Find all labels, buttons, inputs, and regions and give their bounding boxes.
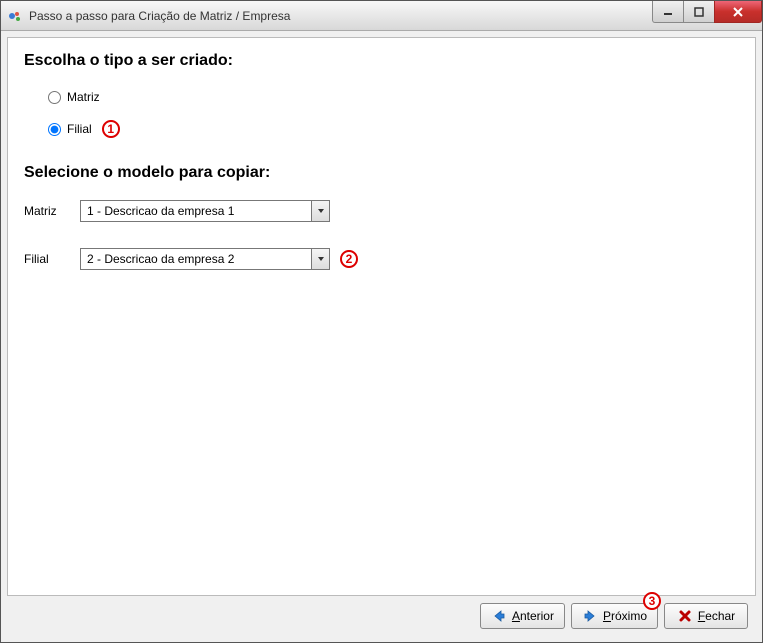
proximo-label: Próximo	[603, 609, 647, 623]
content-outer: Escolha o tipo a ser criado: Matriz Fili…	[1, 31, 762, 642]
proximo-button[interactable]: Próximo 3	[571, 603, 658, 629]
form-row-matriz: Matriz 1 - Descricao da empresa 1	[24, 200, 739, 222]
model-heading: Selecione o modelo para copiar:	[24, 164, 739, 182]
type-heading: Escolha o tipo a ser criado:	[24, 52, 739, 70]
form-row-filial: Filial 2 - Descricao da empresa 2 2	[24, 248, 739, 270]
filial-combo-value: 2 - Descricao da empresa 2	[81, 249, 311, 269]
fechar-button[interactable]: Fechar	[664, 603, 748, 629]
window-title: Passo a passo para Criação de Matriz / E…	[29, 9, 290, 23]
callout-2: 2	[340, 250, 358, 268]
fechar-label: Fechar	[698, 609, 735, 623]
close-icon	[677, 608, 693, 624]
filial-combo[interactable]: 2 - Descricao da empresa 2	[80, 248, 330, 270]
radio-filial[interactable]	[48, 123, 61, 136]
type-radio-group: Matriz Filial 1	[48, 88, 739, 138]
matriz-field-label: Matriz	[24, 204, 80, 218]
maximize-button[interactable]	[683, 1, 715, 23]
matriz-combo[interactable]: 1 - Descricao da empresa 1	[80, 200, 330, 222]
anterior-button[interactable]: Anterior	[480, 603, 565, 629]
radio-matriz[interactable]	[48, 91, 61, 104]
button-bar: Anterior Próximo 3 Fechar	[7, 596, 756, 636]
chevron-down-icon[interactable]	[311, 249, 329, 269]
content-panel: Escolha o tipo a ser criado: Matriz Fili…	[7, 37, 756, 596]
arrow-left-icon	[491, 608, 507, 624]
window-controls	[653, 1, 762, 23]
filial-field-label: Filial	[24, 252, 80, 266]
anterior-label: Anterior	[512, 609, 554, 623]
arrow-right-icon	[582, 608, 598, 624]
close-button[interactable]	[714, 1, 762, 23]
radio-filial-label: Filial	[67, 122, 92, 136]
dialog-window: Passo a passo para Criação de Matriz / E…	[0, 0, 763, 643]
radio-matriz-label: Matriz	[67, 90, 100, 104]
radio-row-filial: Filial 1	[48, 120, 739, 138]
matriz-combo-value: 1 - Descricao da empresa 1	[81, 201, 311, 221]
chevron-down-icon[interactable]	[311, 201, 329, 221]
callout-3: 3	[643, 592, 661, 610]
minimize-button[interactable]	[652, 1, 684, 23]
titlebar[interactable]: Passo a passo para Criação de Matriz / E…	[1, 1, 762, 31]
app-icon	[7, 8, 23, 24]
radio-row-matriz: Matriz	[48, 88, 739, 106]
callout-1: 1	[102, 120, 120, 138]
